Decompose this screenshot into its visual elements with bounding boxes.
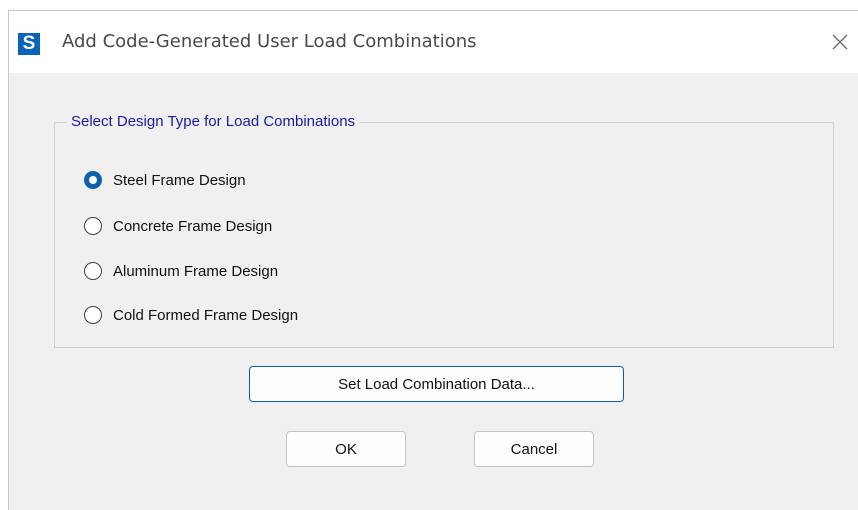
cancel-button[interactable]: Cancel (474, 431, 594, 467)
radio-button[interactable] (84, 262, 102, 280)
close-icon (832, 34, 848, 50)
app-logo-icon: S (18, 33, 40, 55)
radio-label: Cold Formed Frame Design (113, 306, 299, 324)
title-bar: S Add Code-Generated User Load Combinati… (9, 11, 858, 73)
close-button[interactable] (824, 25, 858, 59)
radio-button[interactable] (84, 217, 102, 235)
radio-label: Aluminum Frame Design (113, 262, 279, 280)
set-load-combination-data-button[interactable]: Set Load Combination Data... (249, 366, 624, 402)
ok-button[interactable]: OK (286, 431, 406, 467)
radio-steel-frame-design[interactable]: Steel Frame Design (84, 168, 246, 192)
radio-button[interactable] (84, 306, 102, 324)
radio-label: Steel Frame Design (113, 171, 246, 189)
groupbox-legend: Select Design Type for Load Combinations (67, 112, 360, 132)
radio-concrete-frame-design[interactable]: Concrete Frame Design (84, 214, 272, 238)
radio-label: Concrete Frame Design (113, 217, 273, 235)
window-title: Add Code-Generated User Load Combination… (62, 31, 477, 52)
radio-cold-formed-frame-design[interactable]: Cold Formed Frame Design (84, 303, 298, 327)
radio-aluminum-frame-design[interactable]: Aluminum Frame Design (84, 259, 278, 283)
radio-button-checked[interactable] (84, 171, 102, 189)
dialog-window: S Add Code-Generated User Load Combinati… (8, 10, 858, 510)
